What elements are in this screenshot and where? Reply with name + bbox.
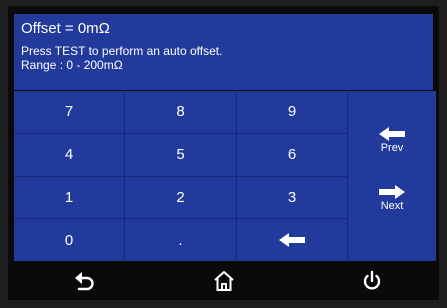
next-button[interactable]: Next [348,185,436,212]
offset-header: Offset = 0mΩ Press TEST to perform an au… [14,14,433,90]
home-button[interactable] [211,269,237,293]
key-2[interactable]: 2 [125,176,236,219]
key-8[interactable]: 8 [125,91,236,133]
key-0[interactable]: 0 [14,219,124,261]
bottom-nav-bar [14,262,433,300]
offset-title: Offset = 0mΩ [21,20,110,37]
power-button[interactable] [359,269,385,293]
left-arrow-icon [379,127,405,141]
next-label: Next [380,200,404,212]
key-5[interactable]: 5 [125,133,236,176]
home-icon [213,270,235,292]
key-3[interactable]: 3 [237,176,347,219]
key-9[interactable]: 9 [237,91,347,133]
backspace-button[interactable] [237,219,347,261]
power-icon [361,270,383,292]
left-arrow-icon [279,233,305,248]
prev-label: Prev [380,142,404,154]
right-arrow-icon [379,185,405,199]
key-6[interactable]: 6 [237,133,347,176]
prev-button[interactable]: Prev [348,127,436,154]
device-screen: Offset = 0mΩ Press TEST to perform an au… [8,6,439,300]
key-1[interactable]: 1 [14,176,124,219]
key-4[interactable]: 4 [14,133,124,176]
range-text: Range : 0 - 200mΩ [21,58,123,72]
key-7[interactable]: 7 [14,91,124,133]
navigation-side-panel: Prev Next [348,91,436,261]
numeric-keypad: 7 8 9 4 5 6 1 2 3 0 . Prev Next [14,91,436,261]
back-button[interactable] [72,269,98,293]
undo-arrow-icon [74,270,96,292]
key-decimal-point[interactable]: . [125,219,236,261]
instruction-text: Press TEST to perform an auto offset. [21,44,223,58]
